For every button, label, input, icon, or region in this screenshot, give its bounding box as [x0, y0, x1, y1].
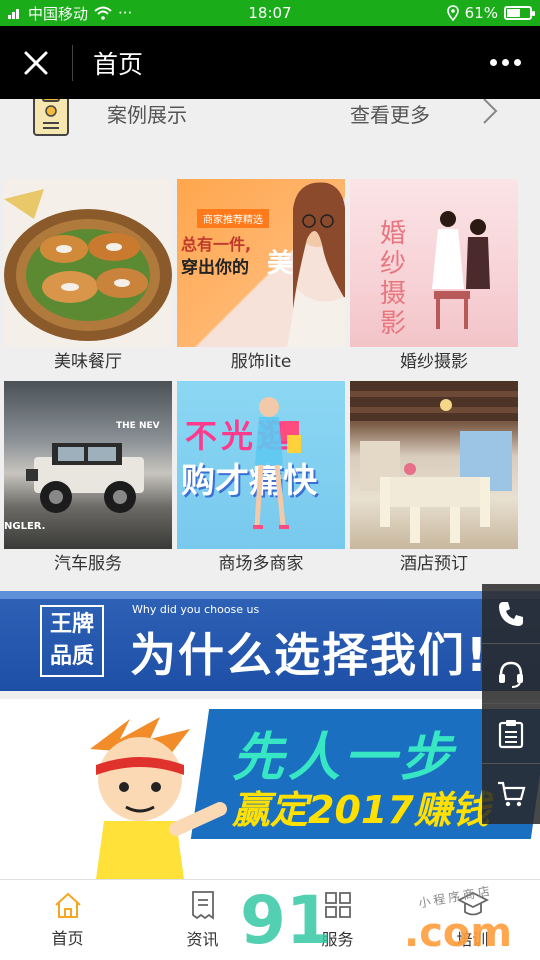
- battery-icon: [504, 6, 535, 20]
- view-more-link[interactable]: 查看更多: [350, 99, 430, 128]
- case-caption: 汽车服务: [54, 554, 122, 574]
- phone-icon: [499, 601, 523, 626]
- customer-service-button[interactable]: [482, 644, 540, 704]
- case-card-hotel[interactable]: 酒店预订: [350, 381, 518, 579]
- clipboard-icon: [33, 99, 69, 136]
- case-card-restaurant[interactable]: 美味餐厅: [4, 179, 172, 377]
- badge-line1: 王牌: [49, 612, 94, 637]
- running-boy-figure: [90, 717, 227, 879]
- bottom-tab-bar: 首页 资讯 服务 培训: [0, 879, 540, 960]
- tab-news[interactable]: 资讯: [135, 880, 270, 960]
- car-overlay-text2: NGLER.: [4, 521, 46, 532]
- case-caption: 美味餐厅: [54, 352, 122, 372]
- promo-line2: 赢定2017赚钱: [232, 788, 490, 832]
- nav-bar: 首页: [0, 26, 540, 99]
- cart-icon: [498, 781, 526, 807]
- mall-image: 不光逛 购才痛快: [177, 381, 345, 549]
- tab-home[interactable]: 首页: [0, 880, 135, 960]
- cart-button[interactable]: [482, 764, 540, 824]
- tab-label: 培训: [456, 930, 489, 949]
- restaurant-image: [4, 179, 172, 347]
- close-button[interactable]: [0, 26, 72, 99]
- fashion-line1: 总有一件,: [181, 235, 252, 254]
- case-card-wedding[interactable]: 婚纱摄影 婚纱摄影: [350, 179, 518, 377]
- tab-label: 服务: [321, 930, 354, 949]
- page-title: 首页: [93, 49, 144, 79]
- home-icon: [54, 892, 81, 918]
- more-dot-icon: [513, 59, 521, 66]
- orders-button[interactable]: [482, 704, 540, 764]
- case-card-mall[interactable]: 不光逛 购才痛快 商场多商家: [177, 381, 345, 579]
- car-image: THE NEV NGLER.: [4, 381, 172, 549]
- more-dot-icon: [489, 59, 497, 66]
- case-caption: 酒店预订: [400, 554, 468, 574]
- cases-title: 案例展示: [107, 103, 187, 127]
- floating-contact-bar: [482, 584, 540, 824]
- signal-icon: [8, 9, 19, 19]
- promo-2017-banner[interactable]: 先人一步 赢定2017赚钱: [0, 699, 540, 879]
- hotel-image: [350, 381, 518, 549]
- status-time: 18:07: [248, 4, 292, 22]
- wedding-title: 婚纱摄影: [380, 219, 407, 339]
- quality-badge: 王牌 品质: [40, 605, 104, 677]
- clipboard-icon: [498, 719, 524, 748]
- car-overlay-text: THE NEV: [116, 421, 160, 431]
- wifi-icon: [94, 6, 112, 20]
- nav-divider: [72, 44, 73, 81]
- shopper-figure: [253, 397, 301, 529]
- banner-stripe: [0, 591, 540, 599]
- banner-title: 为什么选择我们!: [130, 628, 489, 682]
- news-icon: [191, 891, 214, 920]
- page-content[interactable]: 案例展示 查看更多 美味餐厅 商家推荐精选 总有一件, 穿出你的 美 服饰lit…: [0, 99, 540, 879]
- carrier-name: 中国移动: [28, 4, 89, 23]
- status-more-dots: ···: [118, 4, 133, 22]
- fashion-image: 商家推荐精选 总有一件, 穿出你的 美: [177, 179, 345, 347]
- cases-header: 案例展示 查看更多: [0, 99, 540, 147]
- battery-level: [507, 9, 520, 17]
- call-button[interactable]: [482, 584, 540, 644]
- service-icon: [324, 892, 351, 918]
- fashion-tag: 商家推荐精选: [197, 209, 269, 228]
- battery-percent: 61%: [464, 4, 498, 22]
- status-bar: 中国移动 ··· 18:07 61%: [0, 0, 540, 26]
- location-icon: [446, 5, 459, 21]
- headset-icon: [499, 661, 523, 688]
- more-dot-icon: [501, 59, 509, 66]
- tab-service[interactable]: 服务: [270, 880, 405, 960]
- wedding-image: 婚纱摄影: [350, 179, 518, 347]
- fashion-line2: 穿出你的: [181, 258, 249, 278]
- case-card-car[interactable]: THE NEV NGLER. 汽车服务: [4, 381, 172, 579]
- badge-line2: 品质: [49, 644, 94, 669]
- more-menu-button[interactable]: [470, 26, 540, 99]
- case-caption: 服饰lite: [230, 352, 292, 372]
- why-choose-us-banner[interactable]: 王牌 品质 Why did you choose us 为什么选择我们!: [0, 591, 540, 691]
- banner-subtitle: Why did you choose us: [132, 603, 260, 616]
- jeep-figure: [26, 443, 144, 513]
- case-caption: 婚纱摄影: [400, 352, 468, 372]
- case-caption: 商场多商家: [218, 554, 304, 574]
- fashion-model-figure: [287, 182, 345, 347]
- training-icon: [456, 891, 489, 916]
- chevron-right-icon[interactable]: [480, 99, 500, 127]
- close-icon: [24, 51, 48, 74]
- tab-label: 资讯: [186, 930, 219, 949]
- tab-label: 首页: [51, 929, 84, 948]
- wedding-couple-figure: [432, 211, 490, 329]
- tab-training[interactable]: 培训: [405, 880, 540, 960]
- case-card-fashion[interactable]: 商家推荐精选 总有一件, 穿出你的 美 服饰lite: [177, 179, 345, 377]
